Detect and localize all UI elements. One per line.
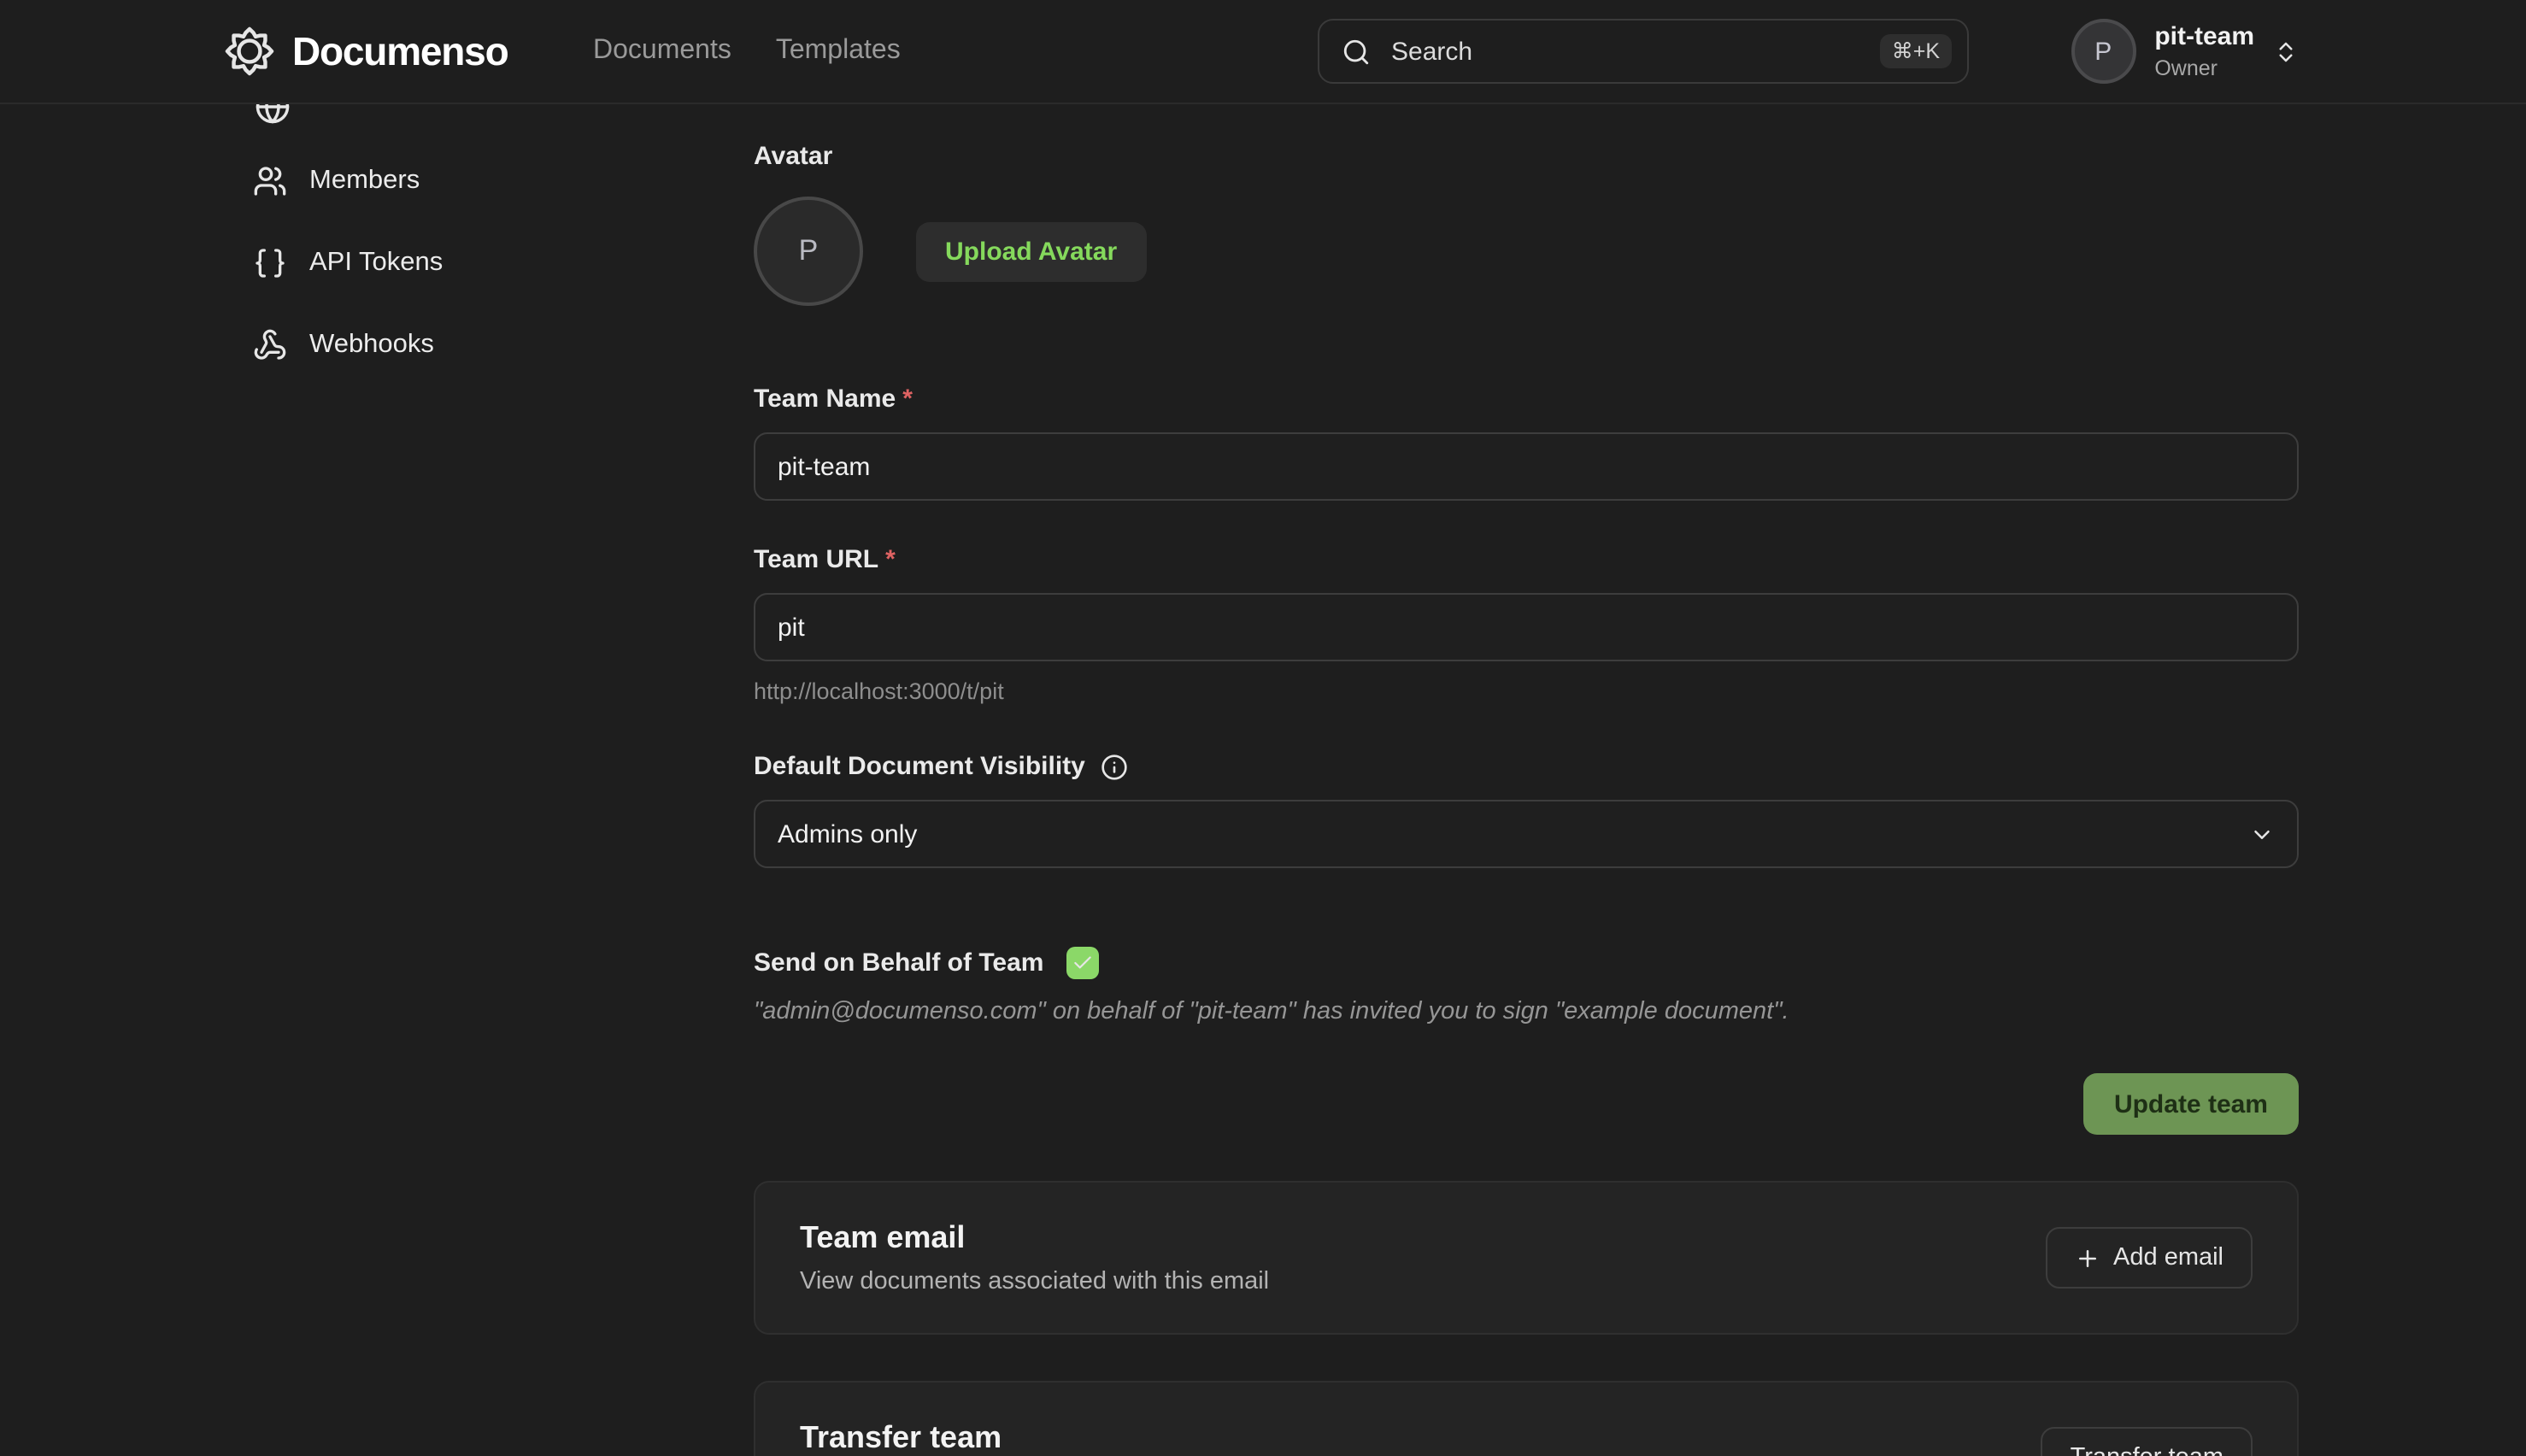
sidebar-item-partial[interactable] [255,104,714,126]
team-settings-form: Avatar P Upload Avatar Team Name* Team U… [754,104,2299,1456]
info-icon[interactable] [1101,753,1128,780]
visibility-selected-value: Admins only [778,819,917,848]
team-email-card: Team email View documents associated wit… [754,1181,2299,1335]
nav-item-templates[interactable]: Templates [776,36,901,67]
settings-sidebar: Members API Tokens Webhooks [253,104,714,402]
sidebar-item-members[interactable]: Members [253,156,714,207]
documenso-logo[interactable]: Documenso [224,26,508,77]
transfer-team-button[interactable]: Transfer team [2041,1427,2253,1456]
team-name-input[interactable] [754,432,2299,501]
upload-avatar-button[interactable]: Upload Avatar [916,221,1146,281]
search-input[interactable] [1388,35,1863,68]
documenso-seal-icon [224,26,275,77]
webhook-icon [253,328,287,362]
sidebar-item-label: API Tokens [309,248,443,279]
required-asterisk: * [902,385,913,414]
user-team-name: pit-team [2154,23,2254,53]
visibility-label: Default Document Visibility [754,752,1085,781]
team-email-description: View documents associated with this emai… [800,1268,1269,1295]
send-on-behalf-label: Send on Behalf of Team [754,948,1044,978]
team-url-input[interactable] [754,593,2299,661]
nav-item-documents[interactable]: Documents [593,36,731,67]
team-email-title: Team email [800,1220,1269,1256]
app-window: Documenso Documents Templates ⌘+K P pit-… [0,0,2526,1456]
update-team-button[interactable]: Update team [2083,1073,2299,1135]
send-on-behalf-checkbox[interactable] [1066,947,1099,979]
user-menu[interactable]: P pit-team Owner [2071,19,2299,84]
user-role: Owner [2154,56,2254,79]
main-nav: Documents Templates [593,36,901,67]
transfer-team-card: Transfer team Transfer the ownership of … [754,1381,2299,1456]
sidebar-item-label: Webhooks [309,330,434,361]
check-icon [1072,952,1094,974]
sidebar-item-label: Members [309,166,420,197]
plus-icon [2074,1245,2100,1271]
search-bar[interactable]: ⌘+K [1318,19,1969,84]
users-icon [253,164,287,198]
team-avatar: P [754,197,863,306]
chevrons-up-down-icon [2273,38,2299,64]
chevron-down-icon [2249,821,2275,847]
add-email-button[interactable]: Add email [2045,1227,2253,1289]
brand-name: Documenso [292,28,508,74]
transfer-team-title: Transfer team [800,1420,1467,1456]
sidebar-item-webhooks[interactable]: Webhooks [253,320,714,371]
braces-icon [253,246,287,280]
required-asterisk: * [885,545,896,574]
team-name-label: Team Name* [754,385,2299,414]
visibility-select[interactable]: Admins only [754,800,2299,868]
user-avatar: P [2071,19,2135,84]
globe-icon [255,104,714,126]
top-navbar: Documenso Documents Templates ⌘+K P pit-… [0,0,2526,104]
search-shortcut-badge: ⌘+K [1880,34,1952,69]
search-icon [1342,37,1371,66]
settings-page: Members API Tokens Webhooks Avatar P Upl… [224,104,2302,1456]
team-url-preview: http://localhost:3000/t/pit [754,678,2299,704]
avatar-label: Avatar [754,142,2299,171]
sidebar-item-api-tokens[interactable]: API Tokens [253,238,714,289]
team-url-label: Team URL* [754,545,2299,574]
send-on-behalf-example: "admin@documenso.com" on behalf of "pit-… [754,998,2299,1025]
